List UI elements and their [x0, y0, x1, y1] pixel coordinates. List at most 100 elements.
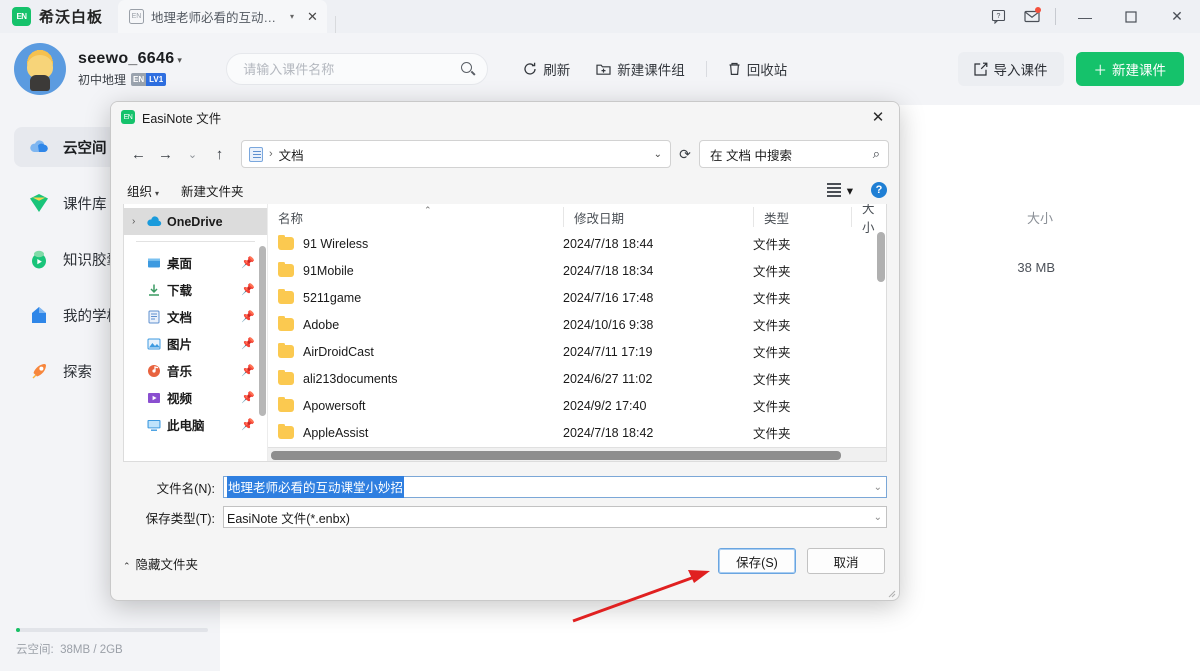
new-courseware-label: 新建课件 — [1112, 63, 1166, 78]
chevron-down-icon[interactable]: ▾ — [177, 55, 182, 65]
scrollbar-thumb[interactable] — [271, 451, 841, 460]
filename-field[interactable]: 地理老师必看的互动课堂小妙招 ⌄ — [223, 476, 887, 498]
table-row[interactable]: 5211game 2024/7/16 17:48 文件夹 — [268, 284, 886, 311]
user-name[interactable]: seewo_6646 ▾ — [78, 50, 182, 68]
tree-item-documents[interactable]: 文档 📌 — [124, 303, 267, 330]
search-icon[interactable] — [461, 62, 476, 76]
hide-folders-toggle[interactable]: ⌃ 隐藏文件夹 — [123, 554, 198, 573]
folder-search-placeholder: 在 文档 中搜索 — [710, 148, 792, 163]
size-column-value: 38 MB — [1017, 260, 1055, 275]
chevron-down-icon[interactable]: ▾ — [847, 183, 853, 198]
folder-search-box[interactable]: 在 文档 中搜索 ⌕ — [699, 140, 889, 168]
documents-icon — [249, 146, 263, 162]
tree-item-pictures-label: 图片 — [167, 338, 193, 352]
filetype-select[interactable]: EasiNote 文件(*.enbx) ⌄ — [223, 506, 887, 528]
tree-item-desktop-label: 桌面 — [167, 257, 193, 271]
file-list-vertical-scrollbar[interactable] — [877, 232, 885, 282]
app-window: EN 希沃白板 EN 地理老师必看的互动课堂小... ▾ ✕ ? — — [0, 0, 1200, 671]
mail-icon[interactable] — [1015, 0, 1049, 33]
file-name: ali213documents — [303, 371, 398, 386]
avatar[interactable] — [14, 43, 66, 95]
tree-item-this-pc[interactable]: 此电脑 📌 — [124, 411, 267, 438]
pin-icon[interactable]: 📌 — [241, 283, 255, 296]
minimize-button[interactable]: — — [1062, 0, 1108, 33]
courseware-search[interactable] — [226, 53, 489, 85]
up-button[interactable]: ↑ — [206, 141, 233, 168]
organize-button[interactable]: 组织 ▾ — [127, 181, 159, 200]
file-type: 文件夹 — [753, 292, 791, 306]
forward-button[interactable]: → — [152, 141, 179, 168]
document-tab[interactable]: EN 地理老师必看的互动课堂小... ▾ ✕ — [118, 0, 327, 33]
save-button[interactable]: 保存(S) — [718, 548, 796, 574]
chevron-down-icon[interactable]: ⌄ — [874, 512, 882, 523]
view-mode-icon[interactable] — [826, 183, 841, 197]
level-badge: EN LV1 — [131, 73, 167, 86]
storage-label: 云空间: — [16, 644, 54, 656]
file-list-header: 名称 修改日期 类型 大小 ⌃ — [268, 204, 886, 235]
tree-item-onedrive[interactable]: › OneDrive — [124, 208, 267, 235]
new-courseware-button[interactable]: ＋ 新建课件 — [1075, 52, 1184, 86]
easinote-icon: EN — [121, 110, 135, 124]
dialog-close-button[interactable]: ✕ — [857, 102, 899, 132]
column-header-name[interactable]: 名称 — [268, 207, 563, 227]
dialog-title: EasiNote 文件 — [142, 111, 222, 126]
column-header-modified[interactable]: 修改日期 — [563, 207, 753, 227]
chevron-right-icon[interactable]: › — [132, 216, 146, 227]
app-brand: EN 希沃白板 — [0, 6, 118, 27]
file-list-rows: 91 Wireless 2024/7/18 18:44 文件夹 91Mobile… — [268, 230, 886, 461]
table-row[interactable]: 91 Wireless 2024/7/18 18:44 文件夹 — [268, 230, 886, 257]
breadcrumb-path[interactable]: 文档 — [279, 145, 304, 164]
search-icon[interactable]: ⌕ — [873, 146, 880, 162]
table-row[interactable]: 91Mobile 2024/7/18 18:34 文件夹 — [268, 257, 886, 284]
file-modified: 2024/10/16 9:38 — [563, 317, 654, 332]
help-bubble-icon[interactable]: ? — [981, 0, 1015, 33]
help-icon[interactable]: ? — [871, 182, 887, 198]
recent-locations-icon[interactable]: ⌄ — [179, 141, 206, 168]
chevron-down-icon[interactable]: ⌄ — [874, 482, 882, 493]
folder-icon — [278, 261, 294, 277]
tree-item-desktop[interactable]: 桌面 📌 — [124, 249, 267, 276]
close-tab-icon[interactable]: ✕ — [307, 9, 318, 25]
table-row[interactable]: Adobe 2024/10/16 9:38 文件夹 — [268, 311, 886, 338]
column-header-size[interactable]: 大小 — [851, 204, 886, 235]
file-list-horizontal-scrollbar[interactable] — [268, 447, 886, 461]
close-window-button[interactable]: ✕ — [1154, 0, 1200, 33]
recycle-bin-button[interactable]: 回收站 — [715, 53, 801, 85]
address-bar[interactable]: › 文档 ⌄ — [241, 140, 671, 168]
new-folder-button[interactable]: 新建文件夹 — [181, 181, 244, 200]
pin-icon[interactable]: 📌 — [241, 418, 255, 431]
tree-scrollbar[interactable] — [259, 246, 266, 416]
pin-icon[interactable]: 📌 — [241, 391, 255, 404]
pin-icon[interactable]: 📌 — [241, 256, 255, 269]
table-row[interactable]: AppleAssist 2024/7/18 18:42 文件夹 — [268, 419, 886, 446]
refresh-button[interactable]: 刷新 — [510, 53, 583, 85]
pin-icon[interactable]: 📌 — [241, 364, 255, 377]
table-row[interactable]: Apowersoft 2024/9/2 17:40 文件夹 — [268, 392, 886, 419]
tree-item-downloads[interactable]: 下载 📌 — [124, 276, 267, 303]
maximize-button[interactable] — [1108, 0, 1154, 33]
tree-item-videos[interactable]: 视频 📌 — [124, 384, 267, 411]
tree-item-documents-label: 文档 — [167, 311, 193, 325]
import-courseware-button[interactable]: 导入课件 — [957, 52, 1064, 86]
column-header-type[interactable]: 类型 — [753, 207, 851, 227]
new-group-button[interactable]: 新建课件组 — [583, 53, 698, 85]
user-name-text: seewo_6646 — [78, 50, 175, 67]
table-row[interactable]: ali213documents 2024/6/27 11:02 文件夹 — [268, 365, 886, 392]
onedrive-icon — [146, 214, 162, 230]
table-row[interactable]: AirDroidCast 2024/7/11 17:19 文件夹 — [268, 338, 886, 365]
chevron-down-icon[interactable]: ▾ — [290, 12, 294, 21]
resize-grip-icon[interactable] — [888, 590, 896, 598]
tree-item-music[interactable]: 音乐 📌 — [124, 357, 267, 384]
pin-icon[interactable]: 📌 — [241, 337, 255, 350]
pin-icon[interactable]: 📌 — [241, 310, 255, 323]
chevron-down-icon[interactable]: ⌄ — [654, 149, 662, 160]
tree-item-pictures[interactable]: 图片 📌 — [124, 330, 267, 357]
search-input[interactable] — [243, 61, 462, 77]
file-type: 文件夹 — [753, 373, 791, 387]
folder-icon — [278, 342, 294, 358]
filename-value[interactable]: 地理老师必看的互动课堂小妙招 — [227, 476, 405, 498]
cancel-button[interactable]: 取消 — [807, 548, 885, 574]
window-controls: ? — ✕ — [981, 0, 1200, 33]
back-button[interactable]: ← — [125, 141, 152, 168]
refresh-folder-button[interactable]: ⟳ — [671, 140, 699, 168]
